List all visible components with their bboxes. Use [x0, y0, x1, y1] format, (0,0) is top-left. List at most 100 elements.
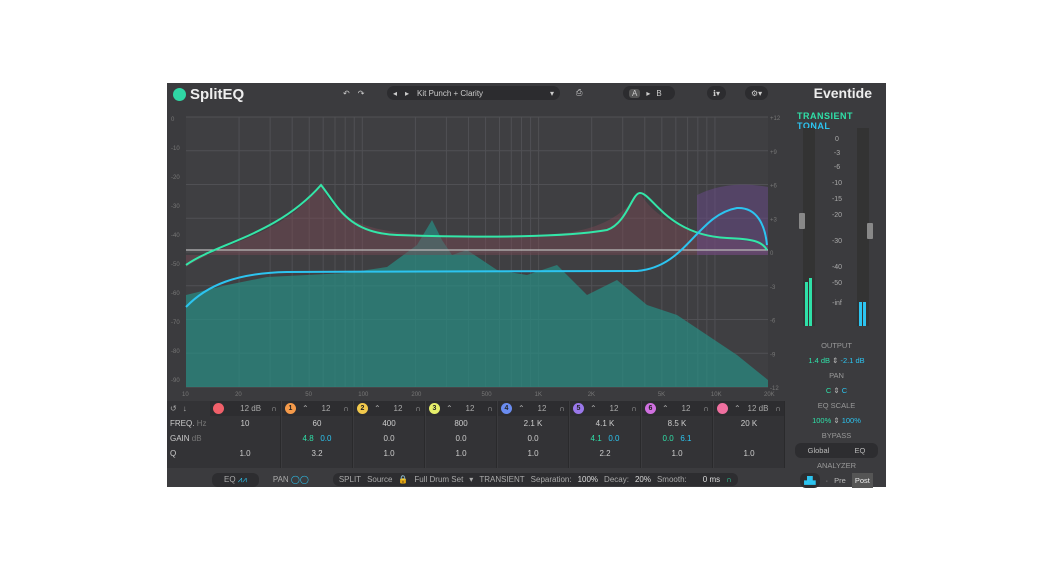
pan-tab[interactable]: PAN ◯◯ [267, 473, 315, 486]
slope[interactable]: 12 [387, 404, 410, 413]
info-icon[interactable]: ℹ▾ [707, 86, 727, 100]
slope[interactable]: 12 [531, 404, 554, 413]
band-freq[interactable]: 20 K [714, 416, 784, 431]
output-tonal[interactable]: -2.1 dB [840, 356, 864, 365]
headphones-icon[interactable]: ∩ [726, 475, 732, 484]
band-toggle[interactable]: 3 [429, 403, 440, 414]
band-freq[interactable]: 60 [282, 416, 352, 431]
band-2[interactable]: 1 ⌃ 12 ∩ 60 4.8 0.0 3.2 [282, 401, 353, 468]
band-gain[interactable]: 0.0 [498, 431, 568, 446]
preset-selector[interactable]: ◂ ▸ Kit Punch + Clarity ▾ [387, 86, 560, 100]
headphones-icon[interactable]: ∩ [559, 404, 565, 413]
band-freq[interactable]: 2.1 K [498, 416, 568, 431]
transient-fader[interactable] [799, 213, 805, 229]
band-freq[interactable]: 10 [210, 416, 280, 431]
settings-icon[interactable]: ⚙▾ [745, 86, 769, 100]
band-gain[interactable] [210, 431, 280, 446]
headphones-icon[interactable]: ∩ [775, 404, 781, 413]
scale-tonal[interactable]: 100% [842, 416, 861, 425]
band-3[interactable]: 2 ⌃ 12 ∩ 400 0.0 1.0 [354, 401, 425, 468]
band-freq[interactable]: 8.5 K [642, 416, 712, 431]
band-gain[interactable]: 0.0 [354, 431, 424, 446]
slope[interactable]: 12 dB [747, 404, 770, 413]
filter-shape-icon[interactable]: ⌃ [446, 404, 453, 413]
bypass-global-button[interactable]: Global [808, 443, 830, 458]
band-q[interactable]: 1.0 [498, 446, 568, 461]
band-gain[interactable]: 4.8 0.0 [282, 431, 352, 446]
band-q[interactable]: 1.0 [642, 446, 712, 461]
band-8[interactable]: ⌃ 12 dB ∩ 20 K 1.0 [714, 401, 785, 468]
pan-transient[interactable]: C [826, 386, 831, 395]
band-q[interactable]: 3.2 [282, 446, 352, 461]
copy-arrow-icon[interactable]: ▸ [646, 89, 650, 98]
band-q[interactable]: 1.0 [210, 446, 280, 461]
band-toggle[interactable]: 1 [285, 403, 296, 414]
reset-icon[interactable]: ↺ [170, 404, 177, 413]
band-q[interactable]: 1.0 [354, 446, 424, 461]
filter-shape-icon[interactable]: ⌃ [518, 404, 525, 413]
a-button[interactable]: A [629, 88, 641, 98]
band-freq[interactable]: 400 [354, 416, 424, 431]
post-button[interactable]: Post [851, 473, 873, 488]
band-toggle[interactable]: 2 [357, 403, 368, 414]
band-gain[interactable]: 0.0 6.1 [642, 431, 712, 446]
slope[interactable]: 12 [459, 404, 482, 413]
headphones-icon[interactable]: ∩ [487, 404, 493, 413]
prev-preset-icon[interactable]: ◂ [393, 89, 397, 98]
bypass-eq-button[interactable]: EQ [855, 443, 866, 458]
source-select[interactable]: Full Drum Set [414, 475, 463, 484]
filter-shape-icon[interactable]: ⌃ [734, 404, 741, 413]
next-preset-icon[interactable]: ▸ [405, 89, 409, 98]
decay-value[interactable]: 20% [635, 475, 651, 484]
separation-value[interactable]: 100% [578, 475, 598, 484]
headphones-icon[interactable]: ∩ [271, 404, 277, 413]
headphones-icon[interactable]: ∩ [343, 404, 349, 413]
band-6[interactable]: 5 ⌃ 12 ∩ 4.1 K 4.1 0.0 2.2 [570, 401, 641, 468]
band-gain[interactable]: 4.1 0.0 [570, 431, 640, 446]
tonal-fader[interactable] [867, 223, 873, 239]
ab-compare[interactable]: A ▸ B [623, 86, 675, 100]
band-toggle[interactable] [717, 403, 728, 414]
band-q[interactable]: 2.2 [570, 446, 640, 461]
b-button[interactable]: B [656, 89, 661, 98]
slope[interactable]: 12 [315, 404, 338, 413]
band-toggle[interactable]: 4 [501, 403, 512, 414]
band-gain[interactable] [714, 431, 784, 446]
filter-shape-icon[interactable]: ⌃ [374, 404, 381, 413]
band-freq[interactable]: 4.1 K [570, 416, 640, 431]
band-gain[interactable]: 0.0 [426, 431, 496, 446]
headphones-icon[interactable]: ∩ [415, 404, 421, 413]
slope[interactable]: 12 [603, 404, 626, 413]
scale-transient[interactable]: 100% [812, 416, 831, 425]
output-transient[interactable]: 1.4 dB [808, 356, 830, 365]
filter-shape-icon[interactable]: ⌃ [662, 404, 669, 413]
headphones-icon[interactable]: ∩ [631, 404, 637, 413]
filter-shape-icon[interactable]: ⌃ [302, 404, 309, 413]
band-q[interactable]: 1.0 [426, 446, 496, 461]
band-freq[interactable]: 800 [426, 416, 496, 431]
redo-icon[interactable]: ↷ [358, 89, 365, 98]
slope[interactable]: 12 [675, 404, 698, 413]
pre-button[interactable]: Pre [834, 473, 846, 488]
band-toggle[interactable]: 5 [573, 403, 584, 414]
save-icon[interactable]: ⎙ [570, 86, 588, 100]
headphones-icon[interactable]: ∩ [703, 404, 709, 413]
band-4[interactable]: 3 ⌃ 12 ∩ 800 0.0 1.0 [426, 401, 497, 468]
undo-icon[interactable]: ↶ [343, 89, 350, 98]
smooth-value[interactable]: 0 ms [703, 475, 720, 484]
pan-tonal[interactable]: C [842, 386, 847, 395]
band-1[interactable]: 12 dB ∩ 10 1.0 [210, 401, 281, 468]
eq-graph[interactable]: 10 20 50 100 200 500 1K 2K 5K 10K 20K0-10-20-30-40… [167, 105, 786, 401]
analyzer-icon[interactable]: ▟▙ [800, 473, 820, 488]
slope[interactable]: 12 dB [236, 404, 265, 413]
band-toggle[interactable] [213, 403, 224, 414]
band-5[interactable]: 4 ⌃ 12 ∩ 2.1 K 0.0 1.0 [498, 401, 569, 468]
eq-tab[interactable]: EQ ⩘⩘ [212, 472, 259, 487]
lock-icon[interactable]: 🔒 [398, 475, 408, 484]
band-7[interactable]: 6 ⌃ 12 ∩ 8.5 K 0.0 6.1 1.0 [642, 401, 713, 468]
filter-shape-icon[interactable]: ⌃ [590, 404, 597, 413]
arrow-down-icon[interactable]: ↓ [183, 404, 187, 413]
band-toggle[interactable]: 6 [645, 403, 656, 414]
gain-tick: +6 [770, 184, 778, 190]
band-q[interactable]: 1.0 [714, 446, 784, 461]
